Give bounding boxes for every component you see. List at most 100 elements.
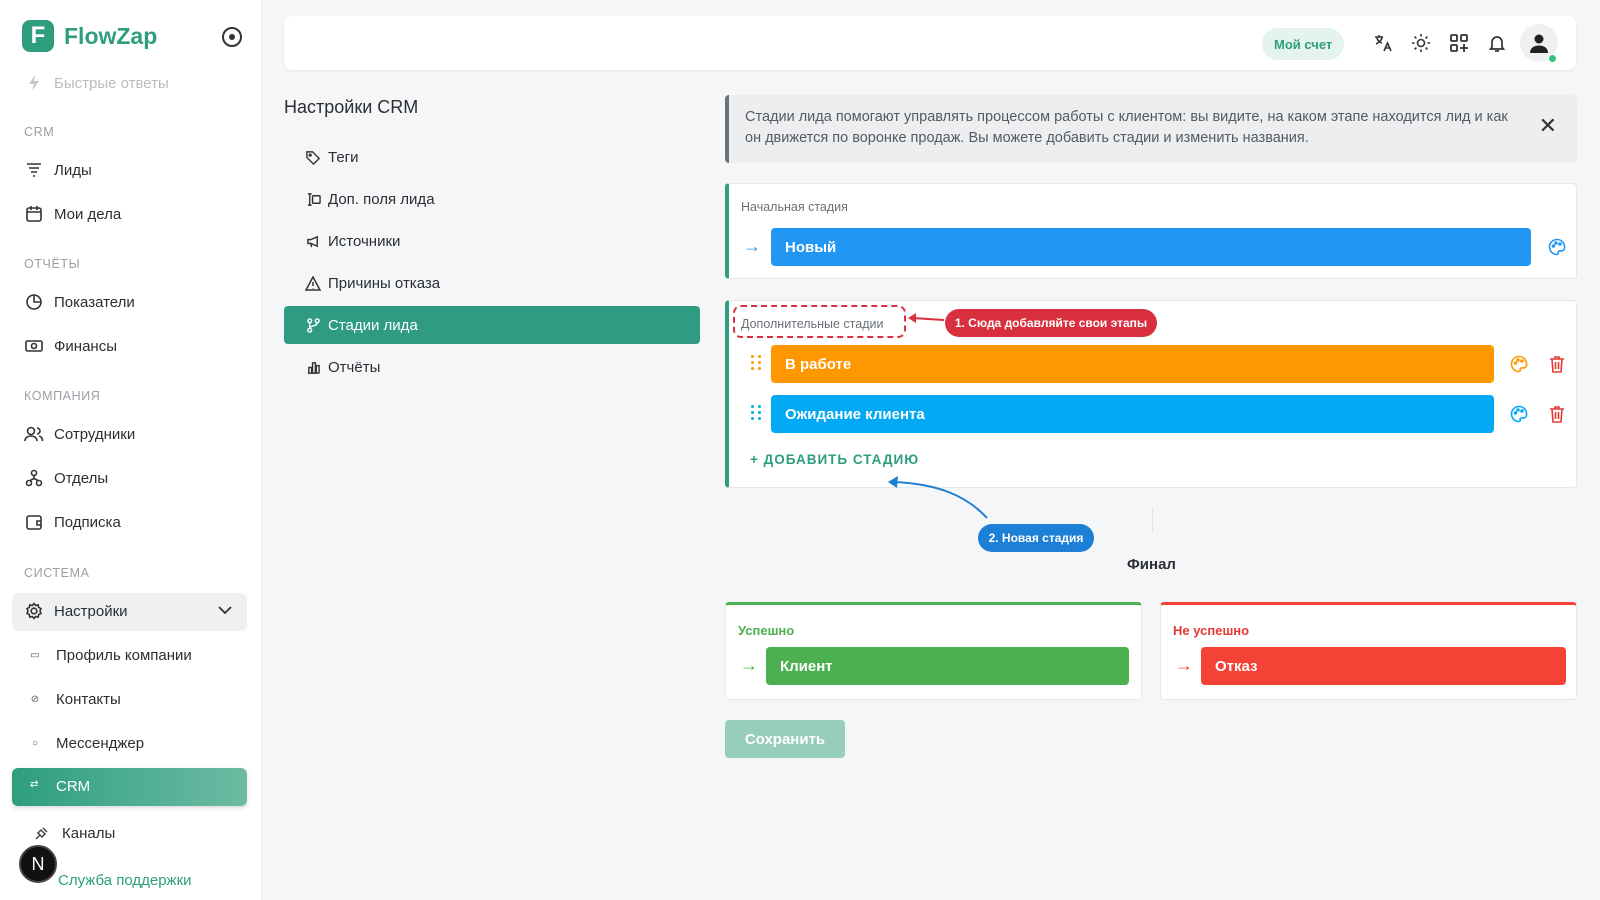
contacts-icon: ⊘ <box>30 694 40 705</box>
logo-mark: F <box>22 20 54 52</box>
sidebar-item-label: Контакты <box>56 691 121 708</box>
success-card: Успешно → Клиент <box>725 602 1142 700</box>
sidebar-item-label: Мои дела <box>54 205 122 223</box>
initial-stage-label: Начальная стадия <box>741 200 848 214</box>
sidebar-item-label: Настройки <box>54 602 128 620</box>
crm-menu-tags[interactable]: Теги <box>284 138 700 176</box>
arrow-right-icon: → <box>1175 655 1193 675</box>
crm-menu-label: Теги <box>328 148 359 166</box>
drag-handle-icon[interactable] <box>751 355 763 370</box>
cash-icon <box>24 336 44 356</box>
app-name: FlowZap <box>64 22 158 49</box>
sidebar-item-quick-replies[interactable]: Быстрые ответы <box>24 73 169 93</box>
drag-handle-icon[interactable] <box>751 405 763 420</box>
sidebar-item-label: Лиды <box>54 161 92 179</box>
palette-icon[interactable] <box>1509 404 1529 424</box>
funnel-icon <box>24 160 44 180</box>
stage-name: Клиент <box>780 657 833 675</box>
add-stage-button[interactable]: + ДОБАВИТЬ СТАДИЮ <box>750 452 919 467</box>
save-button[interactable]: Сохранить <box>725 720 845 758</box>
sidebar-item-label: Финансы <box>54 337 117 355</box>
fail-card: Не успешно → Отказ <box>1160 602 1577 700</box>
sidebar-item-label: Мессенджер <box>56 735 145 752</box>
sidebar-item-subscription[interactable]: Подписка <box>24 512 121 532</box>
sidebar-item-finance[interactable]: Финансы <box>24 336 117 356</box>
sidebar-item-channels[interactable]: Каналы <box>32 823 115 843</box>
lightning-icon <box>24 73 44 93</box>
stage-new[interactable]: Новый <box>771 228 1531 266</box>
sidebar-item-label: Каналы <box>62 824 116 842</box>
bell-icon[interactable] <box>1486 32 1508 54</box>
section-title-system: СИСТЕМА <box>24 566 90 580</box>
user-icon <box>1530 34 1548 53</box>
sidebar-item-label: Отделы <box>54 469 109 487</box>
stage-name: Отказ <box>1215 657 1258 675</box>
app-logo[interactable]: F FlowZap <box>22 20 157 52</box>
crm-menu-sources[interactable]: Источники <box>284 222 700 260</box>
fields-icon <box>304 192 322 207</box>
apps-grid-icon[interactable] <box>1448 32 1470 54</box>
chevron-down-icon[interactable] <box>218 605 232 615</box>
stage-waiting-client[interactable]: Ожидание клиента <box>771 395 1494 433</box>
crm-menu-reports[interactable]: Отчёты <box>284 348 700 386</box>
stage-in-progress[interactable]: В работе <box>771 345 1494 383</box>
stages-icon <box>304 317 322 333</box>
success-label: Успешно <box>738 623 795 638</box>
translate-icon[interactable] <box>1372 32 1394 54</box>
annotation-highlight-box <box>733 305 906 338</box>
callout-add-stages: 1. Сюда добавляйте свои этапы <box>945 309 1157 337</box>
divider <box>1152 508 1153 532</box>
users-icon <box>24 424 44 444</box>
top-bar: Мой счет <box>284 16 1576 70</box>
crm-menu-lead-stages[interactable]: Стадии лида <box>284 306 700 344</box>
sidebar-item-label: CRM <box>56 778 91 795</box>
wallet-icon <box>24 512 44 532</box>
crm-menu-reject-reasons[interactable]: Причины отказа <box>284 264 700 302</box>
sidebar-item-contacts[interactable]: ⊘ Контакты <box>28 691 121 708</box>
sidebar-item-messenger[interactable]: ○ Мессенджер <box>28 735 144 752</box>
sidebar-item-metrics[interactable]: Показатели <box>24 292 135 312</box>
sidebar-item-label: Служба поддержки <box>58 871 192 889</box>
crm-menu-label: Отчёты <box>328 358 381 376</box>
dev-avatar[interactable]: N <box>19 845 57 883</box>
sidebar-item-label: Сотрудники <box>54 425 136 443</box>
close-icon[interactable]: ✕ <box>1539 115 1557 137</box>
section-title-company: КОМПАНИЯ <box>24 389 101 403</box>
sidebar-toggle-icon[interactable] <box>222 27 242 47</box>
final-title: Финал <box>1127 556 1176 573</box>
sidebar-item-settings[interactable]: Настройки <box>24 601 128 621</box>
sidebar-item-my-tasks[interactable]: Мои дела <box>24 204 121 224</box>
info-text: Стадии лида помогают управлять процессом… <box>745 109 1508 146</box>
stage-rejected[interactable]: Отказ <box>1201 647 1566 685</box>
trash-icon[interactable] <box>1547 404 1567 424</box>
pie-chart-icon <box>24 292 44 312</box>
sidebar-item-company-profile[interactable]: ▭ Профиль компании <box>28 647 192 664</box>
my-account-button[interactable]: Мой счет <box>1262 28 1345 60</box>
section-title-crm: CRM <box>24 125 55 139</box>
annotation-arrow-red <box>908 313 945 323</box>
sidebar-item-label: Подписка <box>54 513 121 531</box>
sidebar-item-label: Профиль компании <box>56 647 192 664</box>
palette-icon[interactable] <box>1509 354 1529 374</box>
crm-menu-lead-fields[interactable]: Доп. поля лида <box>284 180 700 218</box>
calendar-icon <box>24 204 44 224</box>
stage-client[interactable]: Клиент <box>766 647 1129 685</box>
annotation-arrow-blue <box>888 476 988 519</box>
page-title: Настройки CRM <box>284 97 419 117</box>
sidebar-item-leads[interactable]: Лиды <box>24 160 92 180</box>
trash-icon[interactable] <box>1547 354 1567 374</box>
gear-icon <box>24 601 44 621</box>
sidebar-item-crm[interactable]: ⇄ CRM <box>12 768 247 806</box>
sidebar-item-label: Быстрые ответы <box>54 74 169 92</box>
callout-new-stage: 2. Новая стадия <box>978 524 1094 552</box>
sidebar-item-label: Показатели <box>54 293 135 311</box>
chat-icon: ○ <box>31 738 39 749</box>
palette-icon[interactable] <box>1547 237 1567 257</box>
sidebar-item-employees[interactable]: Сотрудники <box>24 424 135 444</box>
info-alert: Стадии лида помогают управлять процессом… <box>725 95 1577 163</box>
crm-menu-label: Стадии лида <box>328 316 418 334</box>
arrow-right-icon: → <box>743 236 761 256</box>
tag-icon <box>304 150 322 165</box>
theme-sun-icon[interactable] <box>1410 32 1432 54</box>
sidebar-item-departments[interactable]: Отделы <box>24 468 108 488</box>
